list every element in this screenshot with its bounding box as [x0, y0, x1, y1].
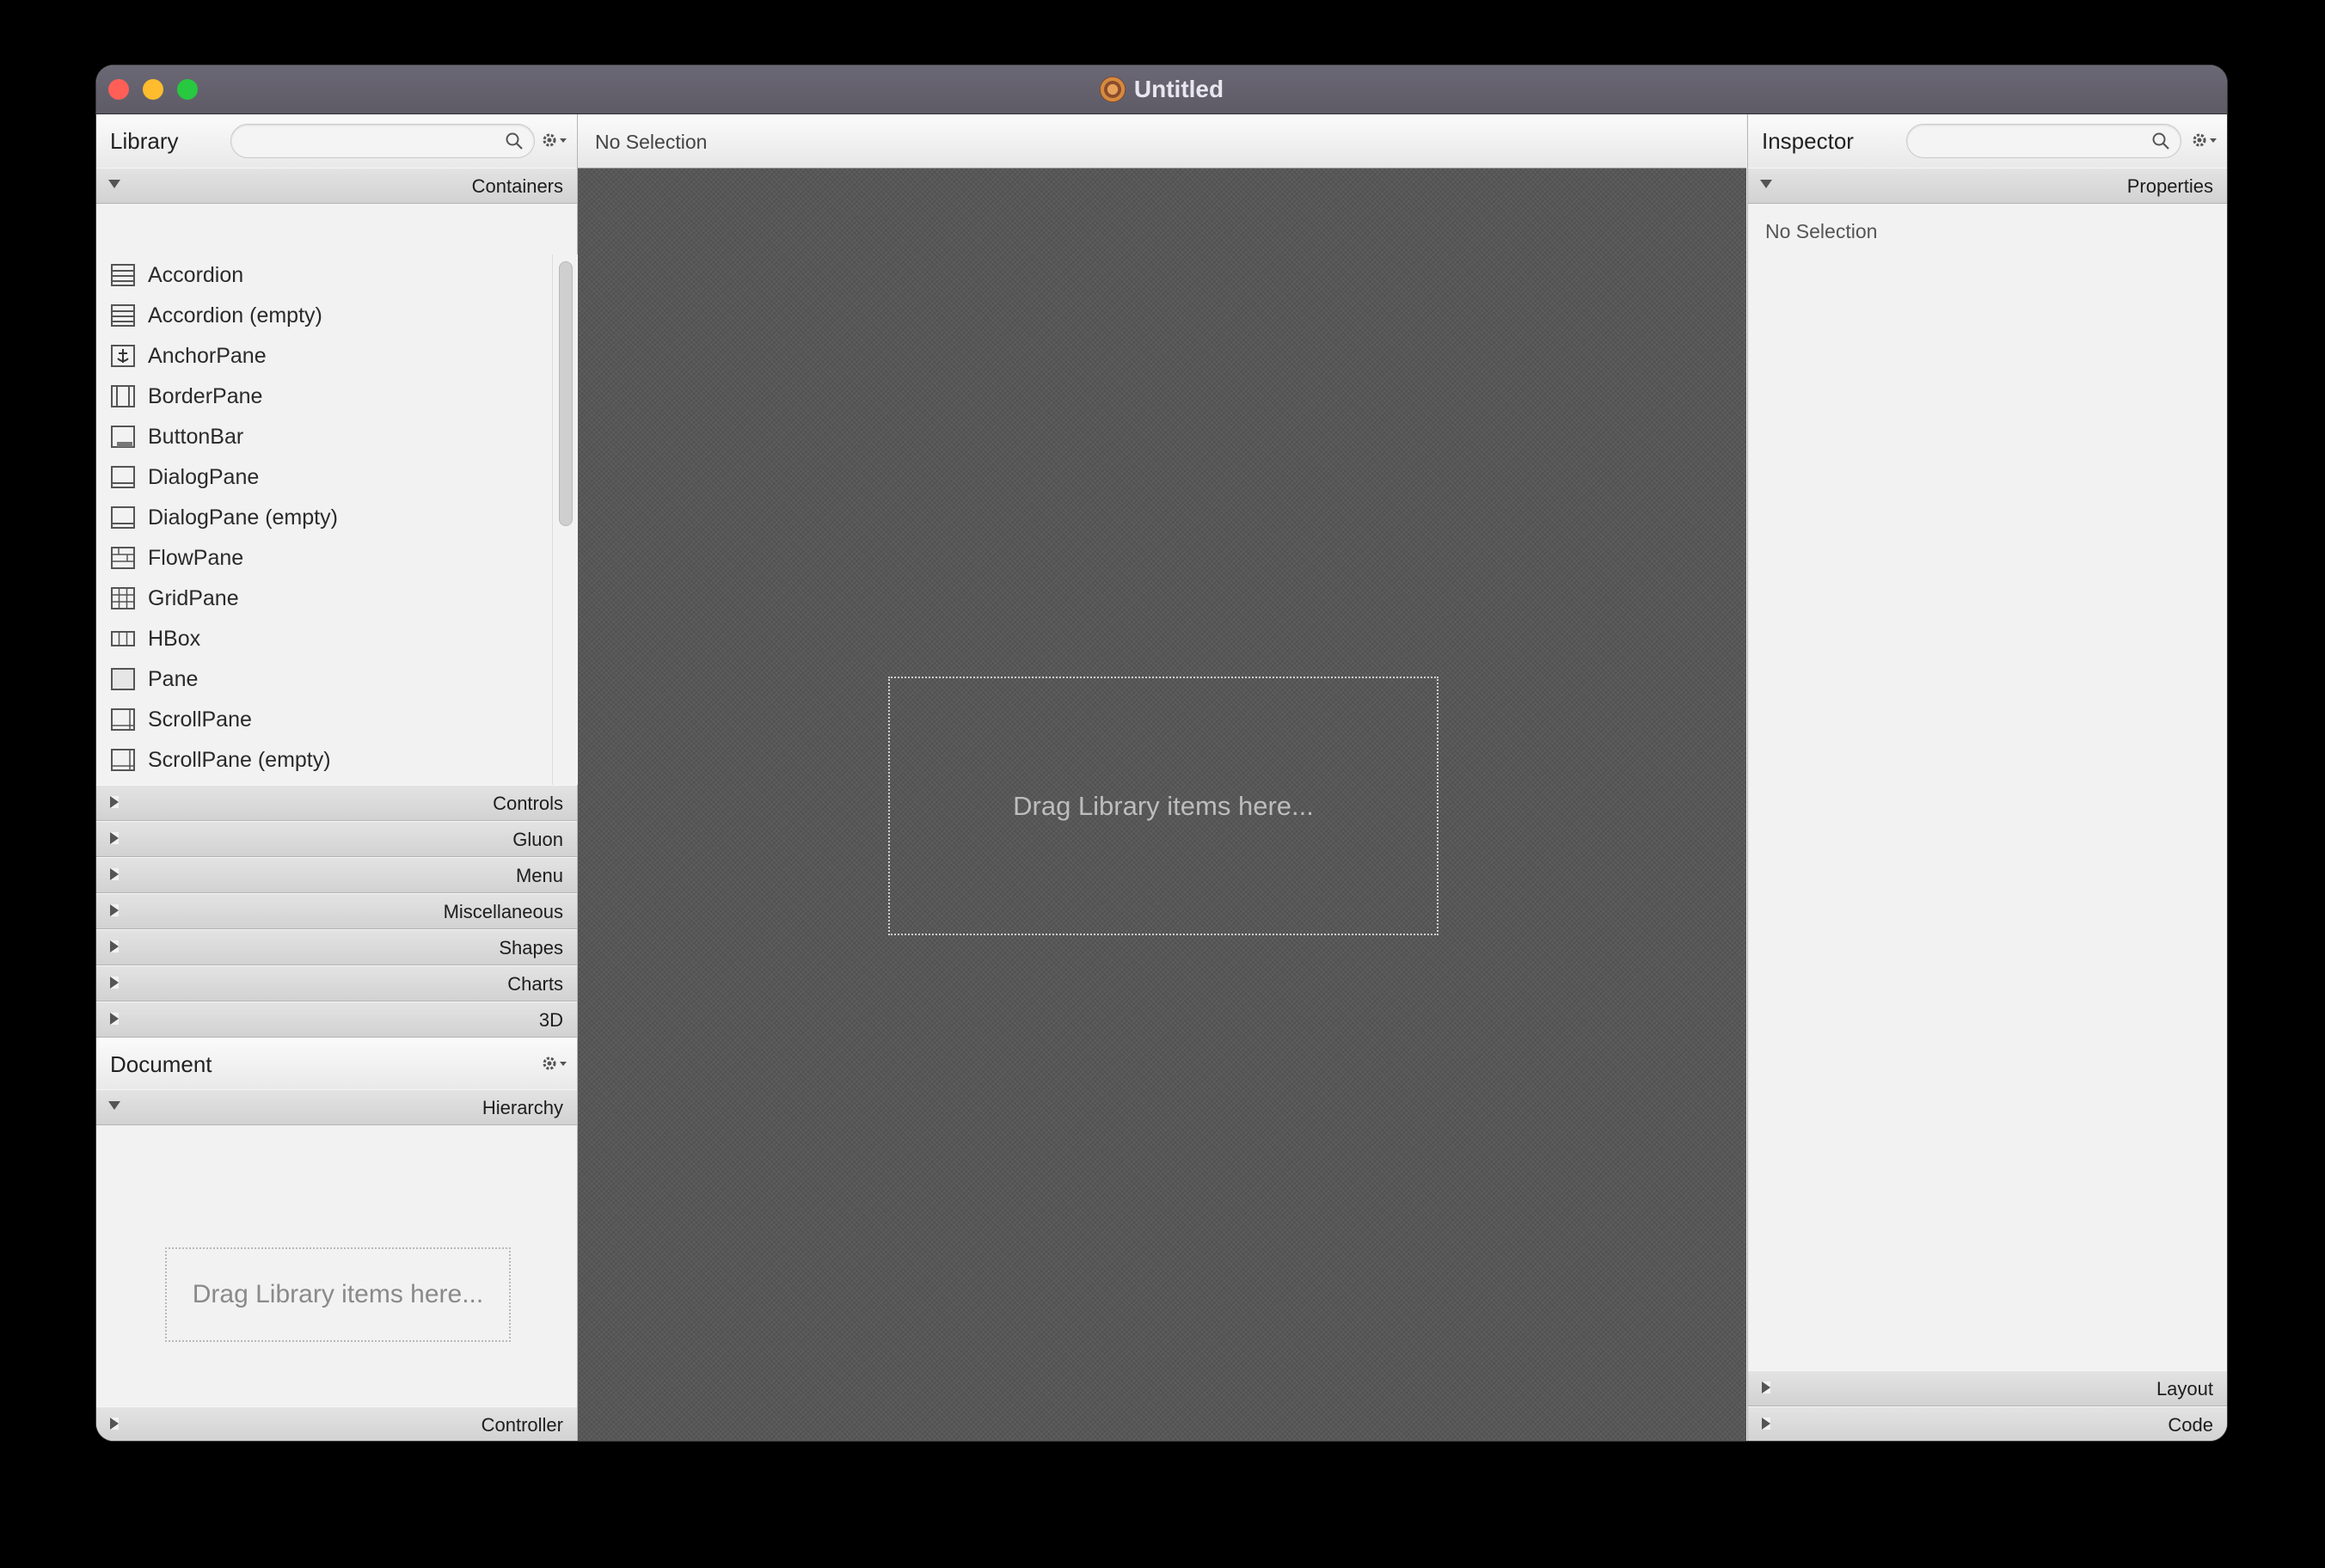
library-item-label: FlowPane — [148, 546, 244, 570]
expand-triangle-icon — [110, 796, 119, 808]
expand-triangle-icon — [110, 832, 119, 844]
expand-triangle-icon — [110, 1013, 119, 1025]
library-item[interactable]: DialogPane (empty) — [96, 497, 552, 537]
accordion-icon — [111, 304, 135, 327]
expand-triangle-icon — [110, 977, 119, 989]
title-bar: Untitled — [96, 65, 2227, 114]
library-item-label: Accordion — [148, 263, 244, 287]
expand-triangle-icon — [110, 1418, 119, 1430]
inspector-search-input[interactable] — [1906, 124, 2181, 158]
library-item[interactable]: Accordion — [96, 254, 552, 295]
library-search-input[interactable] — [230, 124, 535, 158]
library-gear-icon[interactable] — [540, 128, 569, 152]
search-icon — [506, 132, 523, 150]
expand-triangle-icon — [110, 940, 119, 952]
library-item[interactable]: GridPane — [96, 578, 552, 618]
selection-bar: No Selection — [578, 114, 1746, 168]
hierarchy-drop-zone[interactable]: Drag Library items here... — [165, 1247, 511, 1342]
app-window: Untitled Library Containers Accordion Acc… — [96, 65, 2227, 1441]
library-item[interactable]: AnchorPane — [96, 335, 552, 376]
collapse-triangle-icon — [108, 180, 120, 188]
library-item-label: ScrollPane (empty) — [148, 748, 331, 772]
inspector-no-selection: No Selection — [1765, 220, 1878, 242]
library-item-label: Pane — [148, 667, 199, 691]
search-icon — [2152, 132, 2169, 150]
expand-triangle-icon — [1762, 1381, 1770, 1393]
library-header: Library — [96, 114, 577, 168]
library-item-label: AnchorPane — [148, 344, 267, 368]
inspector-gear-icon[interactable] — [2190, 128, 2219, 152]
section-shapes[interactable]: Shapes — [96, 929, 577, 965]
library-item-label: BorderPane — [148, 384, 263, 408]
expand-triangle-icon — [110, 868, 119, 880]
expand-triangle-icon — [110, 904, 119, 916]
library-item-label: ScrollPane — [148, 707, 252, 732]
anchor-pane-icon — [111, 345, 135, 367]
library-item[interactable]: ScrollPane — [96, 699, 552, 739]
border-pane-icon — [111, 385, 135, 407]
accordion-icon — [111, 264, 135, 286]
section-charts[interactable]: Charts — [96, 965, 577, 1001]
grid-pane-icon — [111, 587, 135, 609]
selection-path: No Selection — [595, 131, 708, 153]
library-item[interactable]: ButtonBar — [96, 416, 552, 456]
inspector-panel: Inspector Properties No Selection Layout… — [1747, 114, 2227, 1441]
section-hierarchy[interactable]: Hierarchy — [96, 1089, 577, 1125]
library-item-label: GridPane — [148, 586, 239, 610]
pane-icon — [111, 668, 135, 690]
dialog-pane-icon — [111, 466, 135, 488]
library-item[interactable]: DialogPane — [96, 456, 552, 497]
scroll-pane-icon — [111, 749, 135, 771]
content-canvas[interactable]: No Selection Drag Library items here... — [578, 114, 1746, 1441]
window-title: Untitled — [1133, 76, 1224, 102]
library-item[interactable]: Accordion (empty) — [96, 295, 552, 335]
dialog-pane-icon — [111, 506, 135, 529]
button-bar-icon — [111, 426, 135, 448]
library-item-label: DialogPane (empty) — [148, 505, 338, 530]
flow-pane-icon — [111, 547, 135, 569]
hbox-icon — [111, 631, 135, 646]
section-menu[interactable]: Menu — [96, 857, 577, 893]
left-panel: Library Containers Accordion Accordion (e… — [96, 114, 578, 1441]
library-item[interactable]: Pane — [96, 658, 552, 699]
inspector-title: Inspector — [1762, 128, 1854, 154]
library-item-label: HBox — [148, 627, 201, 651]
section-properties[interactable]: Properties — [1748, 168, 2227, 204]
library-scrollbar[interactable] — [552, 254, 578, 785]
expand-triangle-icon — [1762, 1418, 1770, 1430]
section-3d[interactable]: 3D — [96, 1001, 577, 1038]
library-list: Accordion Accordion (empty) AnchorPane Bord… — [96, 254, 552, 785]
document-header: Document — [96, 1038, 577, 1090]
library-item[interactable]: BorderPane — [96, 376, 552, 416]
collapse-triangle-icon — [1760, 180, 1772, 188]
library-item[interactable]: FlowPane — [96, 537, 552, 578]
inspector-header: Inspector — [1748, 114, 2227, 168]
canvas-drop-zone[interactable]: Drag Library items here... — [888, 677, 1439, 935]
library-item[interactable]: HBox — [96, 618, 552, 658]
document-gear-icon[interactable] — [540, 1051, 569, 1075]
scroll-pane-icon — [111, 708, 135, 731]
app-icon — [1099, 77, 1126, 102]
section-miscellaneous[interactable]: Miscellaneous — [96, 893, 577, 929]
library-item-label: Accordion (empty) — [148, 303, 322, 328]
library-title: Library — [110, 128, 179, 154]
library-item[interactable]: ScrollPane (empty) — [96, 739, 552, 780]
section-code[interactable]: Code — [1748, 1406, 2227, 1441]
library-item-label: DialogPane — [148, 465, 260, 489]
scrollbar-thumb[interactable] — [559, 261, 573, 526]
document-title: Document — [110, 1051, 212, 1077]
section-containers[interactable]: Containers — [96, 168, 577, 204]
section-gluon[interactable]: Gluon — [96, 821, 577, 857]
section-controller[interactable]: Controller — [96, 1406, 577, 1441]
collapse-triangle-icon — [108, 1101, 120, 1110]
section-layout[interactable]: Layout — [1748, 1370, 2227, 1406]
library-item-label: ButtonBar — [148, 425, 244, 449]
section-controls[interactable]: Controls — [96, 785, 577, 821]
